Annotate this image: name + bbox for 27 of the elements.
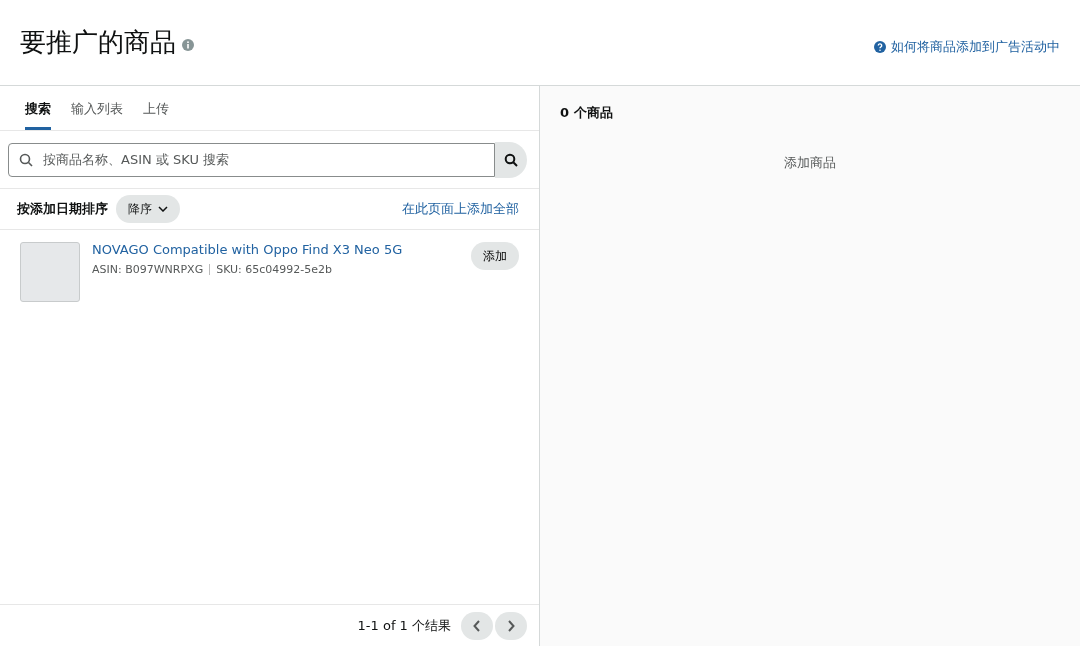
search-icon bbox=[19, 152, 33, 167]
product-asin: ASIN: B097WNRPXG bbox=[92, 263, 204, 276]
product-image-placeholder bbox=[20, 242, 80, 302]
previous-page-button[interactable] bbox=[461, 611, 493, 640]
page-title: 要推广的商品 bbox=[20, 26, 176, 59]
selected-count: 0 个商品 bbox=[560, 104, 613, 122]
add-button[interactable]: 添加 bbox=[471, 242, 519, 270]
sort-label: 按添加日期排序 bbox=[17, 200, 108, 218]
search-field[interactable]: 按商品名称、ASIN 或 SKU 搜索 bbox=[8, 142, 495, 177]
tab[interactable]: 搜索 bbox=[25, 86, 51, 130]
product-sku: SKU: 65c04992-5e2b bbox=[216, 263, 333, 276]
product-title-link[interactable]: NOVAGO Compatible with Oppo Find X3 Neo 5G bbox=[92, 242, 459, 257]
search-icon bbox=[504, 152, 518, 167]
chevron-left-icon bbox=[473, 619, 481, 632]
empty-state-text: 添加商品 bbox=[784, 154, 836, 172]
tab[interactable]: 输入列表 bbox=[71, 86, 123, 130]
chevron-down-icon bbox=[158, 206, 168, 212]
next-page-button[interactable] bbox=[495, 611, 527, 640]
info-icon[interactable] bbox=[182, 38, 194, 51]
tab[interactable]: 上传 bbox=[143, 86, 169, 130]
help-link[interactable]: 如何将商品添加到广告活动中 bbox=[874, 37, 1060, 56]
add-all-link[interactable]: 在此页面上添加全部 bbox=[402, 200, 519, 218]
search-button[interactable] bbox=[495, 141, 527, 178]
chevron-right-icon bbox=[507, 619, 515, 632]
help-icon bbox=[874, 40, 886, 53]
results-summary: 1-1 of 1 个结果 bbox=[357, 616, 451, 635]
sort-order-dropdown[interactable]: 降序 bbox=[116, 195, 180, 223]
